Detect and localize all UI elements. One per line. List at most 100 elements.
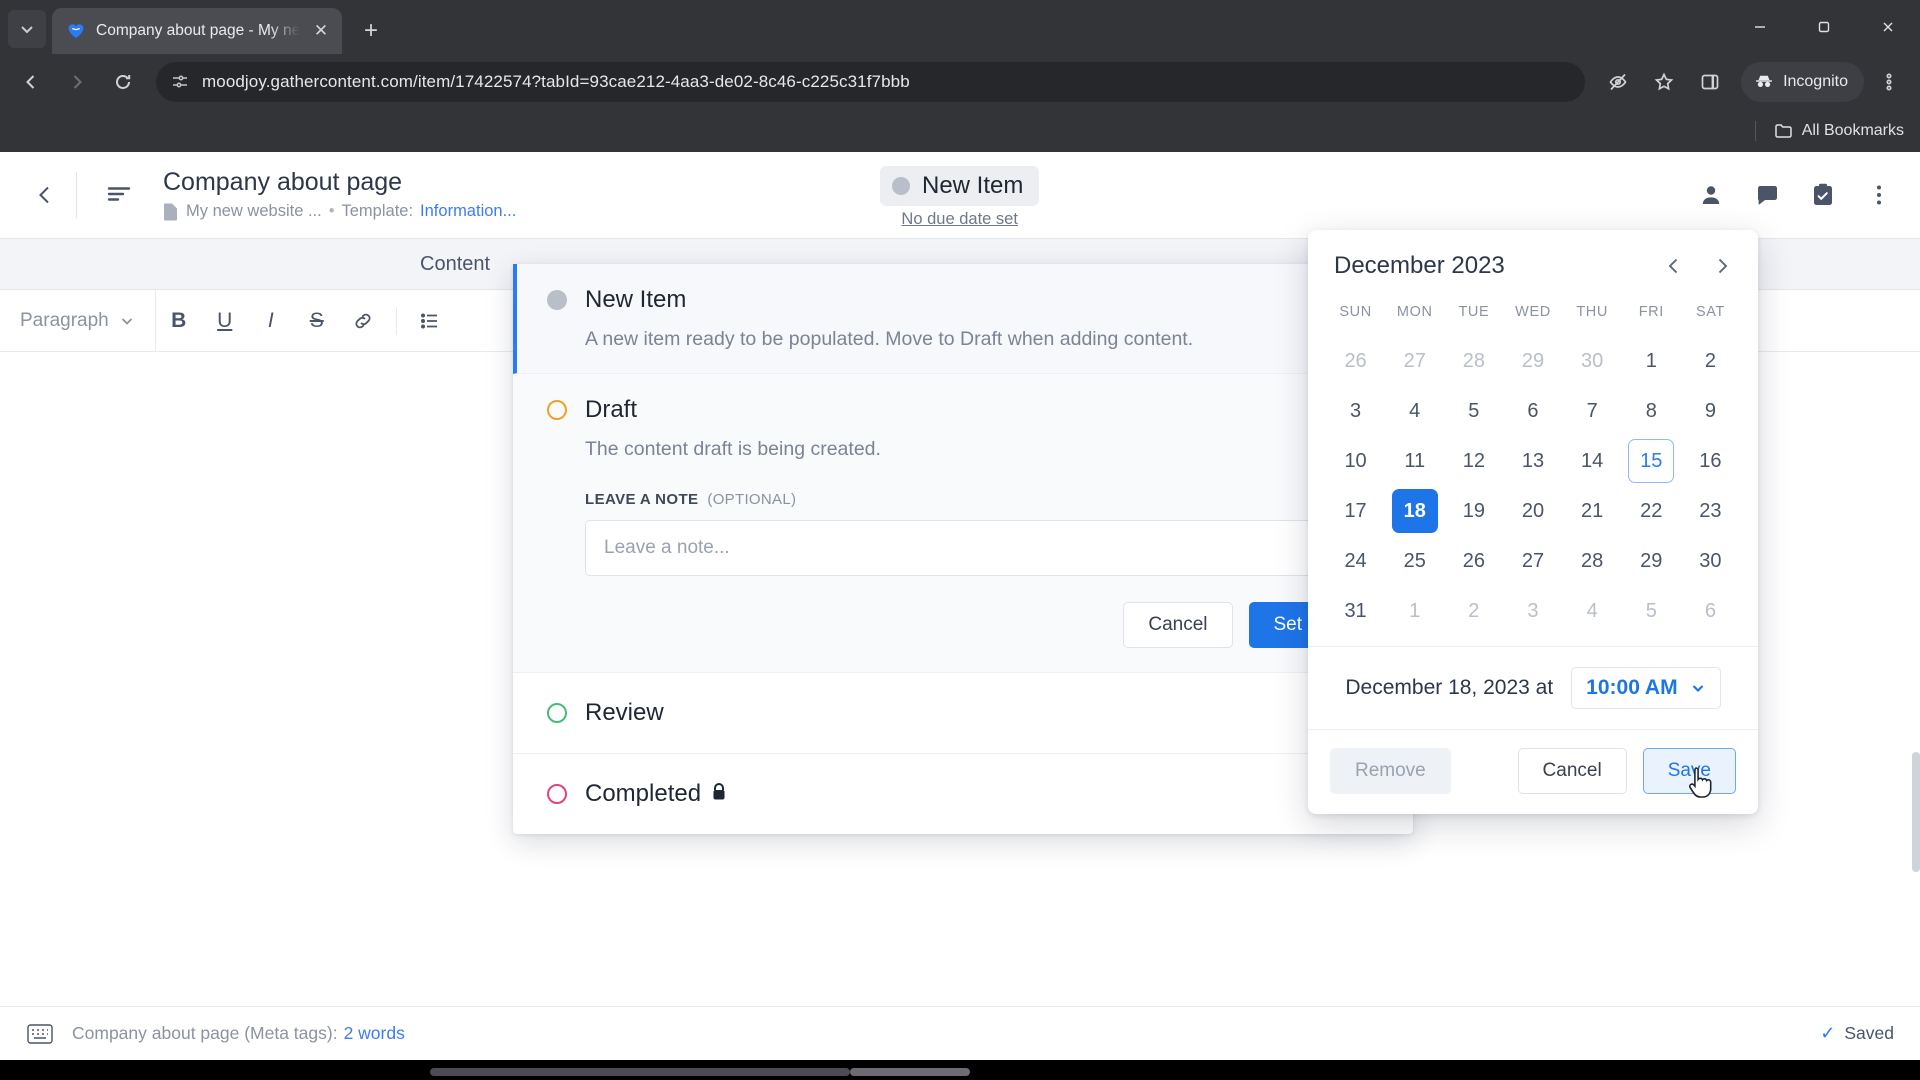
new-tab-button[interactable]: + bbox=[354, 14, 388, 48]
underline-button[interactable]: U bbox=[202, 290, 248, 352]
dow-tue: TUE bbox=[1458, 304, 1490, 320]
calendar-day[interactable]: 30 bbox=[1569, 339, 1615, 383]
calendar-day[interactable]: 7 bbox=[1569, 389, 1615, 433]
forward-icon[interactable] bbox=[56, 61, 98, 103]
calendar-day[interactable]: 2 bbox=[1687, 339, 1733, 383]
calendar-day[interactable]: 4 bbox=[1569, 589, 1615, 633]
calendar-day[interactable]: 28 bbox=[1569, 539, 1615, 583]
calendar-day[interactable]: 20 bbox=[1510, 489, 1556, 533]
close-icon[interactable]: ✕ bbox=[310, 20, 332, 42]
calendar-day[interactable]: 17 bbox=[1333, 489, 1379, 533]
side-panel-icon[interactable] bbox=[1689, 61, 1731, 103]
tab-content[interactable]: Content bbox=[420, 253, 490, 276]
due-date-button[interactable]: No due date set bbox=[901, 210, 1018, 229]
bold-button[interactable]: B bbox=[156, 290, 202, 352]
link-icon[interactable] bbox=[340, 290, 386, 352]
status-option-new-item[interactable]: New Item A new item ready to be populate… bbox=[513, 264, 1413, 374]
calendar-day[interactable]: 3 bbox=[1510, 589, 1556, 633]
template-link[interactable]: Information... bbox=[420, 202, 516, 221]
chevron-right-icon[interactable] bbox=[1708, 252, 1736, 280]
more-vertical-icon[interactable] bbox=[1864, 180, 1894, 210]
header-divider bbox=[76, 172, 77, 218]
person-icon[interactable] bbox=[1696, 180, 1726, 210]
all-bookmarks-button[interactable]: All Bookmarks bbox=[1774, 122, 1904, 140]
calendar-day[interactable]: 27 bbox=[1510, 539, 1556, 583]
address-bar[interactable]: moodjoy.gathercontent.com/item/17422574?… bbox=[156, 62, 1586, 102]
calendar-day[interactable]: 23 bbox=[1687, 489, 1733, 533]
italic-button[interactable]: I bbox=[248, 290, 294, 352]
strikethrough-button[interactable]: S bbox=[294, 290, 340, 352]
calendar-day[interactable]: 5 bbox=[1628, 589, 1674, 633]
note-input[interactable]: Leave a note... bbox=[585, 520, 1343, 576]
calendar-day[interactable]: 29 bbox=[1628, 539, 1674, 583]
site-settings-icon[interactable] bbox=[170, 72, 190, 92]
more-vertical-icon[interactable] bbox=[1868, 61, 1910, 103]
page-scrollbar[interactable] bbox=[1912, 752, 1920, 872]
calendar-day[interactable]: 25 bbox=[1392, 539, 1438, 583]
calendar-cell-wrap: 7 bbox=[1563, 386, 1622, 436]
calendar-day[interactable]: 16 bbox=[1687, 439, 1733, 483]
back-to-items-button[interactable] bbox=[22, 172, 68, 218]
calendar-day[interactable]: 10 bbox=[1333, 439, 1379, 483]
calendar-day[interactable]: 24 bbox=[1333, 539, 1379, 583]
calendar-week-row: 10 11 12 13 14 15 16 bbox=[1326, 436, 1740, 486]
calendar-day[interactable]: 26 bbox=[1451, 539, 1497, 583]
back-icon[interactable] bbox=[10, 61, 52, 103]
calendar-day-selected[interactable]: 18 bbox=[1391, 489, 1438, 533]
calendar-day[interactable]: 26 bbox=[1333, 339, 1379, 383]
status-option-completed[interactable]: Completed bbox=[513, 754, 1413, 834]
minimize-icon[interactable] bbox=[1728, 0, 1792, 54]
status-option-draft[interactable]: Draft The content draft is being created… bbox=[513, 374, 1413, 673]
calendar-day[interactable]: 1 bbox=[1628, 339, 1674, 383]
save-date-button[interactable]: Save bbox=[1642, 748, 1736, 794]
eye-slash-icon[interactable] bbox=[1597, 61, 1639, 103]
calendar-day[interactable]: 19 bbox=[1451, 489, 1497, 533]
calendar-day[interactable]: 12 bbox=[1451, 439, 1497, 483]
calendar-day[interactable]: 4 bbox=[1392, 389, 1438, 433]
close-window-icon[interactable] bbox=[1856, 0, 1920, 54]
remove-date-button[interactable]: Remove bbox=[1330, 748, 1451, 794]
calendar-day[interactable]: 21 bbox=[1569, 489, 1615, 533]
maximize-icon[interactable] bbox=[1792, 0, 1856, 54]
comment-icon[interactable] bbox=[1752, 180, 1782, 210]
status-selector-button[interactable]: New Item bbox=[880, 166, 1040, 206]
calendar-day[interactable]: 5 bbox=[1451, 389, 1497, 433]
calendar-day[interactable]: 29 bbox=[1510, 339, 1556, 383]
status-option-review[interactable]: Review bbox=[513, 673, 1413, 754]
calendar-day[interactable]: 2 bbox=[1451, 589, 1497, 633]
tasks-clipboard-icon[interactable] bbox=[1808, 180, 1838, 210]
outline-lines-icon[interactable] bbox=[97, 173, 141, 217]
cancel-button[interactable]: Cancel bbox=[1123, 602, 1233, 648]
calendar-day[interactable]: 31 bbox=[1333, 589, 1379, 633]
calendar-day[interactable]: 22 bbox=[1628, 489, 1674, 533]
paragraph-style-select[interactable]: Paragraph bbox=[0, 289, 156, 352]
calendar-day[interactable]: 6 bbox=[1687, 589, 1733, 633]
calendar-day-today[interactable]: 15 bbox=[1628, 439, 1675, 483]
word-count[interactable]: 2 words bbox=[344, 1023, 405, 1044]
calendar-day[interactable]: 28 bbox=[1451, 339, 1497, 383]
incognito-indicator[interactable]: Incognito bbox=[1741, 62, 1864, 102]
chevron-left-icon[interactable] bbox=[1660, 252, 1688, 280]
tab-title: Company about page - My new bbox=[96, 22, 300, 39]
calendar-day[interactable]: 1 bbox=[1392, 589, 1438, 633]
calendar-day[interactable]: 11 bbox=[1392, 439, 1438, 483]
keyboard-icon[interactable] bbox=[26, 1021, 54, 1047]
reload-icon[interactable] bbox=[102, 61, 144, 103]
calendar-day[interactable]: 13 bbox=[1510, 439, 1556, 483]
calendar-day[interactable]: 9 bbox=[1687, 389, 1733, 433]
time-select[interactable]: 10:00 AM bbox=[1571, 667, 1721, 709]
calendar-day[interactable]: 27 bbox=[1392, 339, 1438, 383]
browser-tab[interactable]: Company about page - My new ✕ bbox=[52, 8, 342, 54]
cancel-date-button[interactable]: Cancel bbox=[1517, 748, 1627, 794]
breadcrumb-project[interactable]: My new website ... bbox=[186, 202, 322, 221]
calendar-day[interactable]: 14 bbox=[1569, 439, 1615, 483]
calendar-day[interactable]: 6 bbox=[1510, 389, 1556, 433]
calendar-day[interactable]: 3 bbox=[1333, 389, 1379, 433]
calendar-day[interactable]: 8 bbox=[1628, 389, 1674, 433]
bookmark-star-icon[interactable] bbox=[1643, 61, 1685, 103]
calendar-day[interactable]: 30 bbox=[1687, 539, 1733, 583]
list-icon[interactable] bbox=[407, 290, 453, 352]
status-option-description: The content draft is being created. bbox=[585, 438, 881, 460]
tab-search-icon[interactable] bbox=[8, 10, 46, 48]
calendar-cell-wrap: 3 bbox=[1326, 386, 1385, 436]
